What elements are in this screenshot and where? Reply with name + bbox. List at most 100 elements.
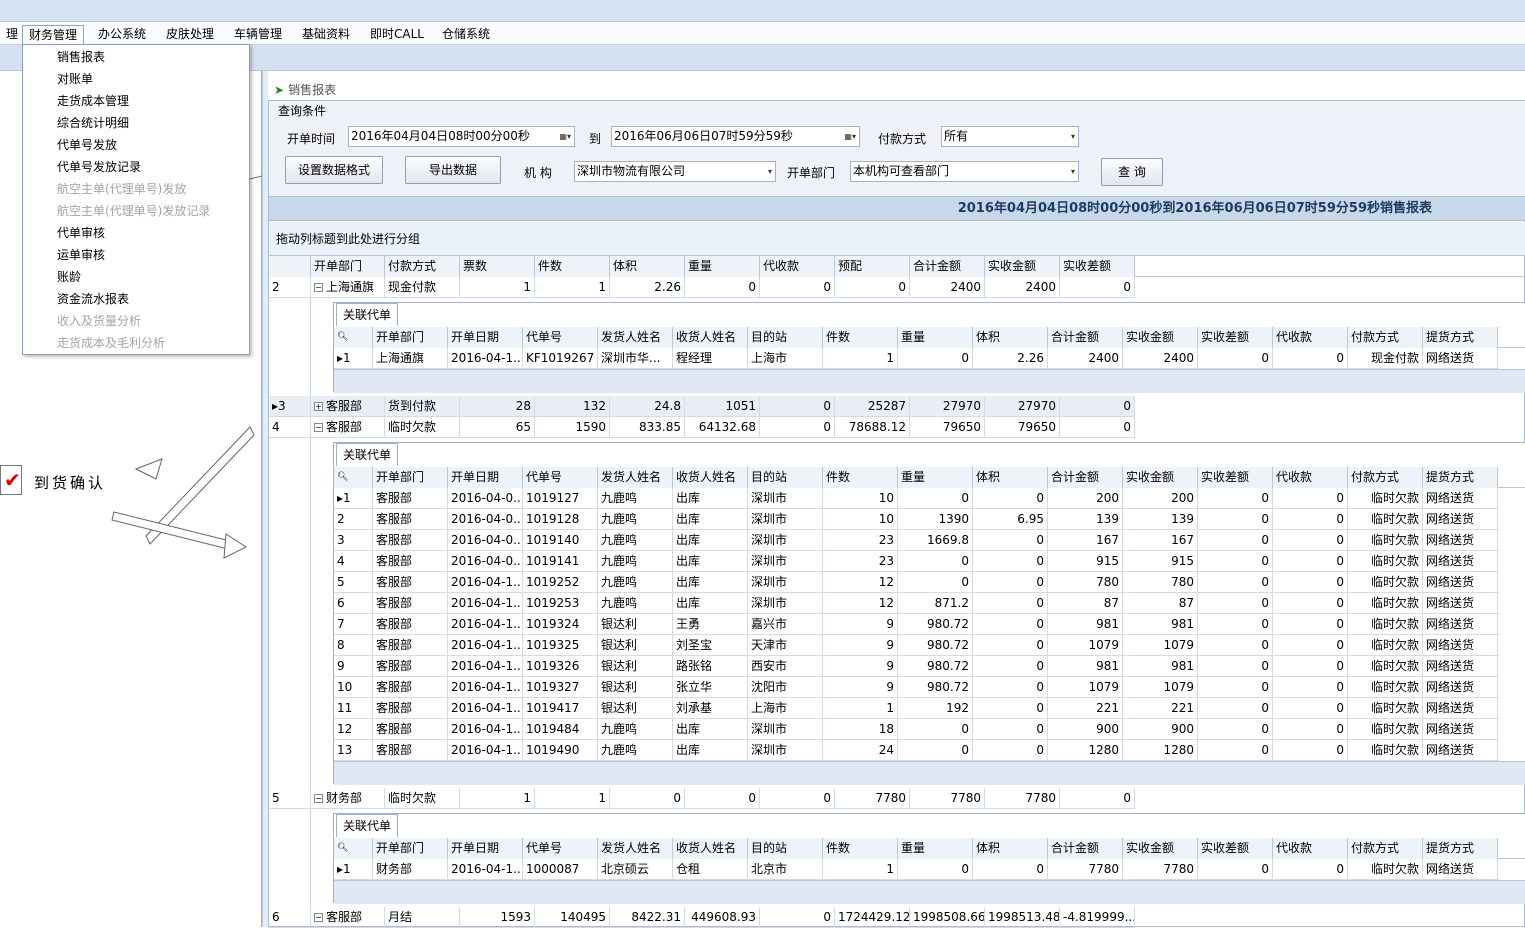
column-header[interactable]: 开单部门 — [311, 256, 385, 277]
detail-column-header[interactable]: 目的站 — [748, 467, 823, 488]
detail-row[interactable]: 10 客服部 2016-04-1... 1019327 银达利 张立华 沈阳市 9 980.72… — [334, 677, 1499, 698]
detail-row[interactable]: 3 客服部 2016-04-0... 1019140 九鹿鸣 出库 深圳市 23 1669.8 0… — [334, 530, 1499, 551]
detail-row[interactable]: ▸1 财务部 2016-04-1... 1000087 北京硕云 仓租 北京市 1 0 0 7780… — [334, 859, 1499, 880]
detail-column-header[interactable]: 代收款 — [1273, 467, 1348, 488]
detail-column-header[interactable]: 实收金额 — [1123, 327, 1198, 348]
detail-row[interactable]: 13 客服部 2016-04-1... 1019490 九鹿鸣 出库 深圳市 24 0 0 1280… — [334, 740, 1499, 761]
detail-column-header[interactable]: 实收金额 — [1123, 467, 1198, 488]
search-icon[interactable]: 🔍︎ — [334, 327, 373, 348]
dropdown-item[interactable]: 代单审核 — [57, 223, 105, 243]
detail-column-header[interactable]: 体积 — [973, 838, 1048, 859]
detail-column-header[interactable]: 重量 — [898, 838, 973, 859]
group-row[interactable]: 2− 上海通旗 现金付款 1 1 2.26 0 0 0 2400 2400 0 — [269, 277, 1135, 298]
detail-tab[interactable]: 关联代单 — [336, 443, 398, 466]
detail-column-header[interactable]: 实收差额 — [1198, 467, 1273, 488]
column-header[interactable]: 体积 — [610, 256, 685, 277]
detail-column-header[interactable]: 提货方式 — [1423, 838, 1498, 859]
group-row[interactable]: 6− 客服部 月结 1593 140495 8422.31 449608.93 0 172442… — [269, 907, 1135, 928]
detail-column-header[interactable]: 代单号 — [523, 838, 598, 859]
column-header[interactable]: 实收差额 — [1060, 256, 1135, 277]
column-header[interactable]: 重量 — [685, 256, 760, 277]
dropdown-item[interactable]: 代单号发放记录 — [57, 157, 141, 177]
dropdown-item[interactable]: 对账单 — [57, 69, 93, 89]
detail-tab[interactable]: 关联代单 — [336, 303, 398, 326]
arrive-confirm-label[interactable]: 到货确认 — [34, 472, 106, 493]
menu-item-4[interactable]: 车辆管理 — [228, 25, 288, 43]
org-select[interactable]: 深圳市物流有限公司 ▾ — [574, 161, 776, 182]
detail-column-header[interactable]: 发货人姓名 — [598, 467, 673, 488]
detail-row[interactable]: 6 客服部 2016-04-1... 1019253 九鹿鸣 出库 深圳市 12 871.2 0 8… — [334, 593, 1499, 614]
detail-column-header[interactable]: 发货人姓名 — [598, 838, 673, 859]
detail-column-header[interactable]: 代收款 — [1273, 838, 1348, 859]
search-icon[interactable]: 🔍︎ — [334, 467, 373, 488]
detail-column-header[interactable]: 付款方式 — [1348, 327, 1423, 348]
start-time-input[interactable]: 2016年04月04日08时00分00秒 ▦▾ — [348, 126, 575, 147]
column-header[interactable]: 预配 — [835, 256, 910, 277]
column-header[interactable]: 实收金额 — [985, 256, 1060, 277]
collapse-icon[interactable]: − — [314, 794, 323, 803]
detail-column-header[interactable]: 目的站 — [748, 838, 823, 859]
detail-row[interactable]: 9 客服部 2016-04-1... 1019326 银达利 路张铭 西安市 9 980.72 0… — [334, 656, 1499, 677]
search-icon[interactable]: 🔍︎ — [334, 838, 373, 859]
detail-column-header[interactable]: 合计金额 — [1048, 327, 1123, 348]
pay-method-select[interactable]: 所有 ▾ — [941, 126, 1079, 147]
detail-column-header[interactable]: 收货人姓名 — [673, 838, 748, 859]
detail-column-header[interactable]: 重量 — [898, 467, 973, 488]
report-tab[interactable]: ➤ 销售报表 — [270, 80, 1525, 100]
detail-row[interactable]: 7 客服部 2016-04-1... 1019324 银达利 王勇 嘉兴市 9 980.72 0 9… — [334, 614, 1499, 635]
search-button[interactable]: 查 询 — [1101, 158, 1163, 186]
column-header[interactable]: 件数 — [535, 256, 610, 277]
detail-column-header[interactable]: 付款方式 — [1348, 838, 1423, 859]
detail-column-header[interactable]: 重量 — [898, 327, 973, 348]
detail-row[interactable]: ▸1 上海通旗 2016-04-1... KF1019267 深圳市华... 程经理 上海市… — [334, 348, 1499, 369]
detail-row[interactable]: 2 客服部 2016-04-0... 1019128 九鹿鸣 出库 深圳市 10 1390 6.9… — [334, 509, 1499, 530]
column-header[interactable]: 票数 — [460, 256, 535, 277]
detail-column-header[interactable]: 开单部门 — [373, 327, 448, 348]
expand-icon[interactable]: + — [314, 402, 323, 411]
collapse-icon[interactable]: − — [314, 423, 323, 432]
detail-column-header[interactable]: 开单日期 — [448, 327, 523, 348]
detail-row[interactable]: 4 客服部 2016-04-0... 1019141 九鹿鸣 出库 深圳市 23 0 0 915 91… — [334, 551, 1499, 572]
detail-column-header[interactable]: 开单部门 — [373, 838, 448, 859]
dropdown-item[interactable]: 走货成本管理 — [57, 91, 129, 111]
calendar-icon[interactable]: ▦▾ — [844, 127, 856, 146]
detail-column-header[interactable]: 开单部门 — [373, 467, 448, 488]
group-row[interactable]: ▸3 + 客服部 货到付款 28 132 24.8 1051 0 25287 27970 27970 0 — [269, 396, 1135, 417]
detail-row[interactable]: 8 客服部 2016-04-1... 1019325 银达利 刘圣宝 天津市 9 980.72 0… — [334, 635, 1499, 656]
menu-item-3[interactable]: 皮肤处理 — [160, 25, 220, 43]
detail-column-header[interactable]: 提货方式 — [1423, 327, 1498, 348]
detail-column-header[interactable]: 代单号 — [523, 327, 598, 348]
column-header[interactable]: 代收款 — [760, 256, 835, 277]
end-time-input[interactable]: 2016年06月06日07时59分59秒 ▦▾ — [611, 126, 860, 147]
menu-item-0[interactable]: 理 — [0, 25, 24, 43]
detail-column-header[interactable]: 开单日期 — [448, 467, 523, 488]
detail-row[interactable]: ▸1 客服部 2016-04-0... 1019127 九鹿鸣 出库 深圳市 10 0 0 200 2… — [334, 488, 1499, 509]
detail-column-header[interactable]: 收货人姓名 — [673, 467, 748, 488]
detail-column-header[interactable]: 合计金额 — [1048, 838, 1123, 859]
menu-item-1[interactable]: 财务管理 — [22, 25, 85, 46]
export-button[interactable]: 导出数据 — [405, 156, 501, 184]
detail-column-header[interactable]: 代收款 — [1273, 327, 1348, 348]
column-header[interactable]: 付款方式 — [385, 256, 460, 277]
group-drop-area[interactable]: 拖动列标题到此处进行分组 — [269, 222, 1525, 256]
detail-row[interactable]: 11 客服部 2016-04-1... 1019417 银达利 刘承基 上海市 1 192 0 22… — [334, 698, 1499, 719]
detail-column-header[interactable]: 件数 — [823, 327, 898, 348]
collapse-icon[interactable]: − — [314, 283, 323, 292]
dropdown-item[interactable]: 账龄 — [57, 267, 81, 287]
detail-column-header[interactable]: 目的站 — [748, 327, 823, 348]
dropdown-item[interactable]: 代单号发放 — [57, 135, 117, 155]
detail-column-header[interactable]: 发货人姓名 — [598, 327, 673, 348]
detail-column-header[interactable]: 件数 — [823, 838, 898, 859]
menu-item-5[interactable]: 基础资料 — [296, 25, 356, 43]
group-row[interactable]: 5− 财务部 临时欠款 1 1 0 0 0 7780 7780 7780 0 — [269, 788, 1135, 809]
dropdown-item[interactable]: 综合统计明细 — [57, 113, 129, 133]
detail-column-header[interactable]: 代单号 — [523, 467, 598, 488]
detail-column-header[interactable]: 付款方式 — [1348, 467, 1423, 488]
detail-column-header[interactable]: 体积 — [973, 327, 1048, 348]
dropdown-item[interactable]: 资金流水报表 — [57, 289, 129, 309]
menu-item-6[interactable]: 即时CALL — [364, 25, 430, 43]
detail-column-header[interactable]: 开单日期 — [448, 838, 523, 859]
detail-column-header[interactable]: 件数 — [823, 467, 898, 488]
dropdown-item[interactable]: 销售报表 — [57, 47, 105, 67]
menu-item-7[interactable]: 仓储系统 — [436, 25, 496, 43]
